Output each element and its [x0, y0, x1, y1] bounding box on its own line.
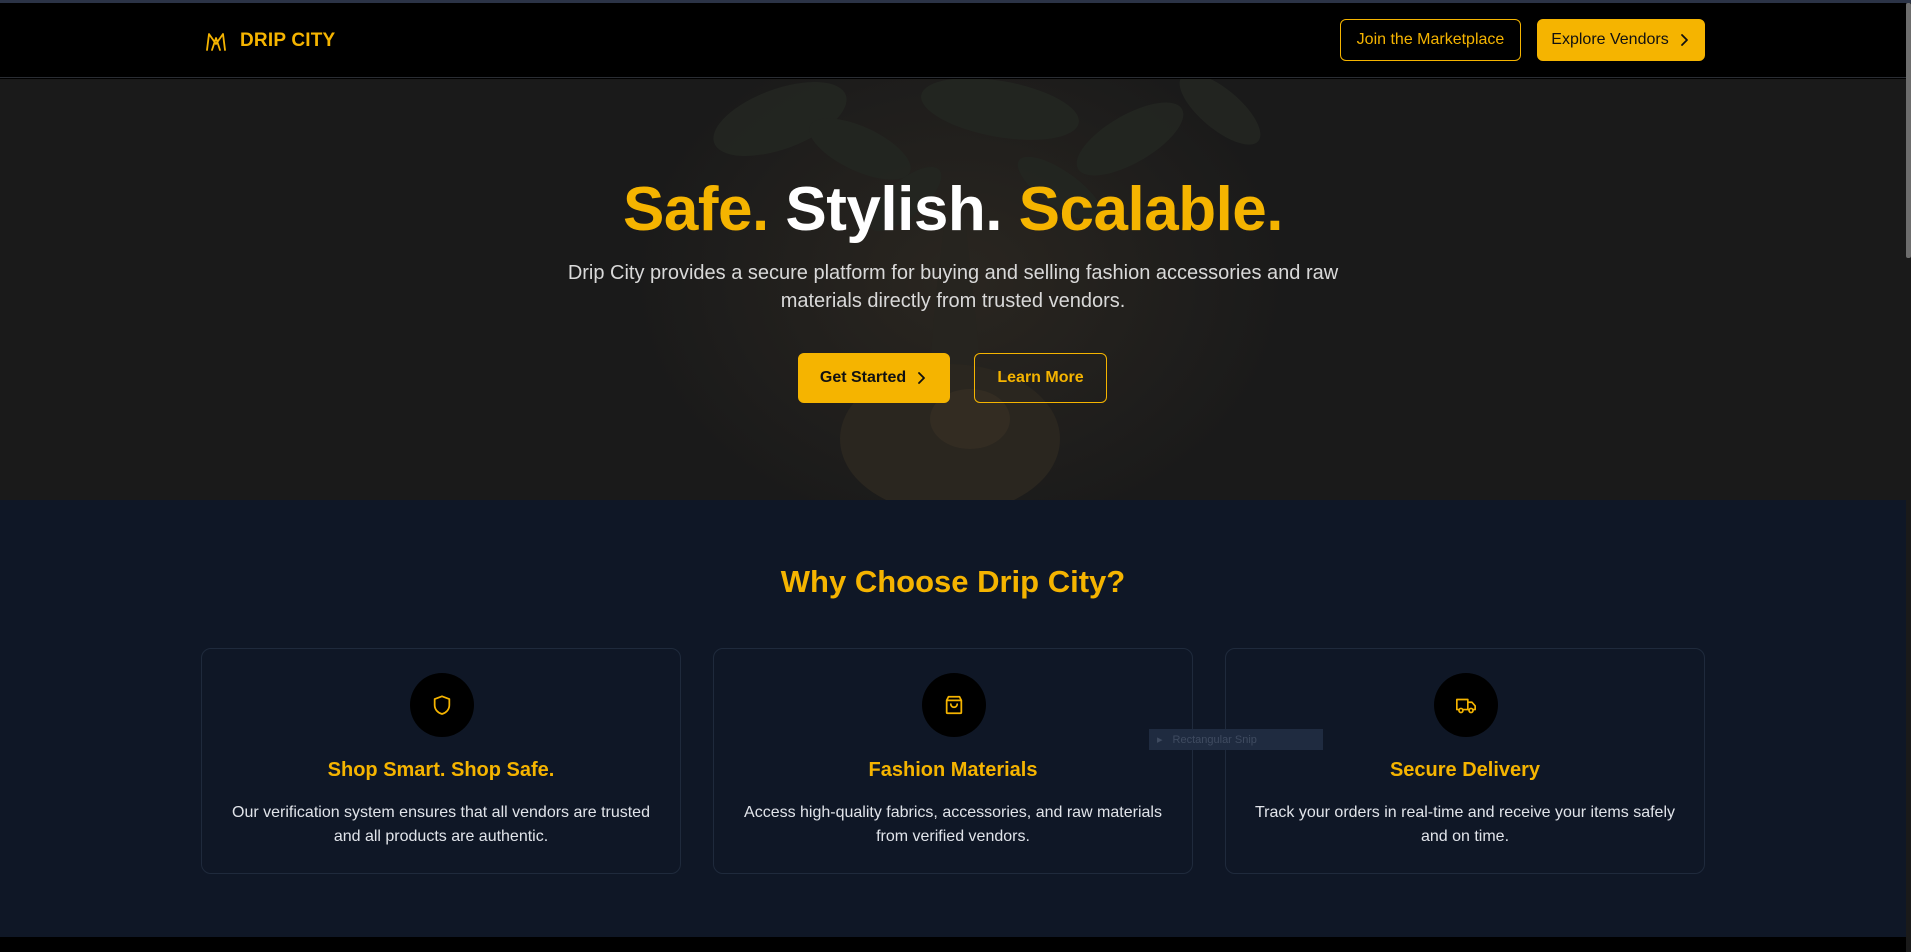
learn-more-button[interactable]: Learn More [974, 353, 1107, 403]
scrollbar-thumb[interactable] [1906, 3, 1911, 258]
feature-card-delivery: Secure Delivery Track your orders in rea… [1225, 648, 1705, 874]
site-header: DRIP CITY Join the Marketplace Explore V… [0, 3, 1906, 78]
brand[interactable]: DRIP CITY [204, 29, 335, 53]
join-marketplace-button[interactable]: Join the Marketplace [1340, 19, 1521, 61]
hero-title-scalable: Scalable. [1018, 175, 1284, 244]
hero-title-safe: Safe. [622, 175, 769, 244]
feature-title: Secure Delivery [1389, 759, 1541, 781]
page-scrollbar[interactable] [1906, 3, 1911, 952]
feature-card-materials: Fashion Materials Access high-quality fa… [713, 648, 1193, 874]
crown-m-logo-icon [206, 33, 226, 51]
snip-label: Rectangular Snip [1172, 733, 1257, 746]
feature-icon-circle [922, 673, 986, 737]
feature-description: Our verification system ensures that all… [232, 804, 650, 845]
hero-title: Safe. Stylish. Scalable. [0, 174, 1906, 245]
learn-more-label: Learn More [997, 369, 1084, 386]
feature-icon-circle [1434, 673, 1498, 737]
chevron-right-icon [1680, 34, 1688, 46]
feature-description: Access high-quality fabrics, accessories… [744, 804, 1162, 845]
feature-card-safe: Shop Smart. Shop Safe. Our verification … [201, 648, 681, 874]
feature-icon-circle [410, 673, 474, 737]
hero-subtitle: Drip City provides a secure platform for… [567, 262, 1339, 312]
get-started-label: Get Started [819, 369, 907, 386]
hero-title-stylish: Stylish. [785, 175, 1002, 244]
footer-edge [0, 937, 1906, 952]
play-icon: ▸ [1157, 734, 1163, 746]
features-section: Why Choose Drip City? Shop Smart. Shop S… [0, 500, 1906, 937]
feature-description: Track your orders in real-time and recei… [1255, 804, 1675, 845]
hero-section: Safe. Stylish. Scalable. Drip City provi… [0, 79, 1906, 500]
brand-name: DRIP CITY [240, 30, 336, 51]
shield-icon [433, 695, 451, 715]
explore-vendors-label: Explore Vendors [1551, 31, 1669, 48]
chevron-right-icon [918, 372, 926, 384]
get-started-button[interactable]: Get Started [798, 353, 950, 403]
truck-icon [1456, 698, 1476, 714]
features-heading: Why Choose Drip City? [780, 564, 1126, 599]
join-marketplace-label: Join the Marketplace [1356, 31, 1505, 48]
shopping-bag-icon [945, 695, 963, 715]
feature-title: Fashion Materials [868, 759, 1038, 781]
feature-title: Shop Smart. Shop Safe. [327, 759, 555, 781]
explore-vendors-button[interactable]: Explore Vendors [1537, 19, 1705, 61]
snip-tool-overlay[interactable]: ▸ Rectangular Snip [1149, 729, 1323, 750]
page: DRIP CITY Join the Marketplace Explore V… [0, 0, 1911, 952]
